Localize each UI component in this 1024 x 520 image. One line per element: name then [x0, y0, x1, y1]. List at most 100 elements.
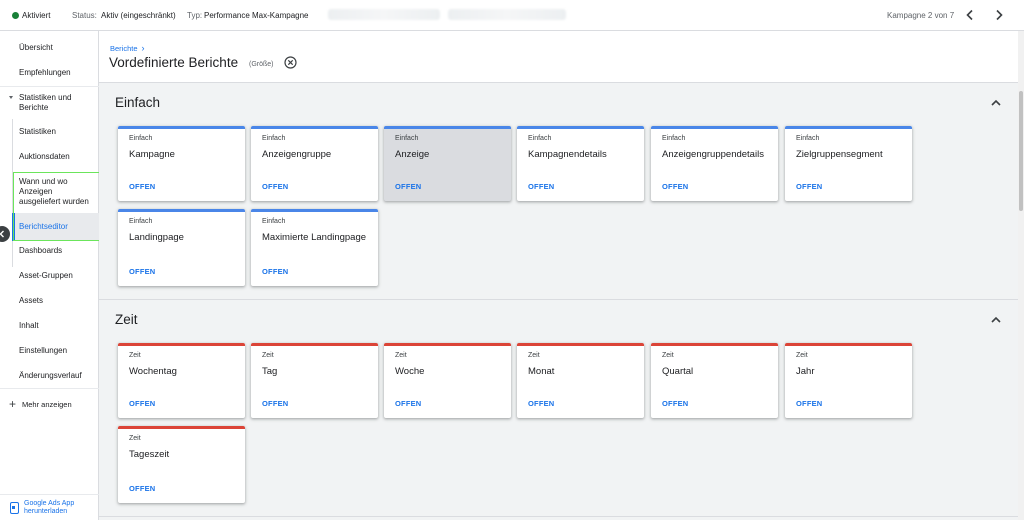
card-category: Einfach — [395, 135, 419, 142]
card-accent-bar — [785, 343, 912, 346]
card-open-button[interactable]: OFFEN — [129, 267, 155, 276]
sidebar-item-asset-groups[interactable]: Asset-Gruppen — [0, 271, 99, 281]
card-open-button[interactable]: OFFEN — [129, 399, 155, 408]
card-open-button[interactable]: OFFEN — [528, 182, 554, 191]
show-more-button[interactable]: + Mehr anzeigen — [9, 397, 72, 411]
section-divider — [99, 299, 1018, 300]
sidebar-item-statistics[interactable]: Statistiken — [0, 127, 99, 137]
report-card[interactable]: Einfach Anzeige OFFEN — [384, 126, 511, 201]
breadcrumb-link[interactable]: Berichte — [110, 44, 138, 53]
card-open-button[interactable]: OFFEN — [129, 484, 155, 493]
card-accent-bar — [251, 126, 378, 129]
report-card[interactable]: Zeit Monat OFFEN — [517, 343, 644, 418]
card-category: Zeit — [129, 435, 141, 442]
sidebar-item-change-history[interactable]: Änderungsverlauf — [0, 371, 99, 381]
card-category: Einfach — [528, 135, 552, 142]
card-accent-bar — [251, 209, 378, 212]
card-accent-bar — [251, 343, 378, 346]
report-card[interactable]: Einfach Zielgruppensegment OFFEN — [785, 126, 912, 201]
page-title: Vordefinierte Berichte — [109, 55, 239, 70]
sidebar-item-overview[interactable]: Übersicht — [0, 43, 99, 53]
card-report-name: Maximierte Landingpage — [262, 232, 367, 243]
card-open-button[interactable]: OFFEN — [262, 399, 288, 408]
report-card[interactable]: Einfach Anzeigengruppe OFFEN — [251, 126, 378, 201]
page-header: Berichte › Vordefinierte Berichte (Größe… — [99, 31, 1024, 83]
card-report-name: Kampagne — [129, 149, 175, 160]
sidebar-item-dashboards[interactable]: Dashboards — [0, 246, 99, 256]
card-category: Einfach — [262, 135, 286, 142]
sidebar-item-assets[interactable]: Assets — [0, 296, 99, 306]
card-open-button[interactable]: OFFEN — [395, 399, 421, 408]
download-app-link[interactable]: Google Ads App herunterladen — [0, 494, 99, 520]
status-label: Status: — [72, 11, 97, 20]
card-accent-bar — [517, 126, 644, 129]
card-report-name: Tag — [262, 366, 278, 377]
card-report-name: Kampagnendetails — [528, 149, 607, 160]
caret-down-icon — [9, 96, 13, 99]
card-open-button[interactable]: OFFEN — [395, 182, 421, 191]
card-report-name: Anzeigengruppe — [262, 149, 332, 160]
card-open-button[interactable]: OFFEN — [262, 182, 288, 191]
status-dot-icon — [12, 12, 19, 19]
chevron-left-icon — [966, 9, 973, 21]
sidebar-section-label: Statistiken und Berichte — [19, 93, 72, 112]
campaign-counter: Kampagne 2 von 7 — [887, 11, 955, 20]
annotation-highlight-box — [13, 172, 100, 241]
card-accent-bar — [118, 426, 245, 429]
card-open-button[interactable]: OFFEN — [662, 399, 688, 408]
sidebar-item-content[interactable]: Inhalt — [0, 321, 99, 331]
card-report-name: Tageszeit — [129, 449, 170, 460]
card-category: Einfach — [129, 135, 153, 142]
report-card[interactable]: Einfach Landingpage OFFEN — [118, 209, 245, 286]
sidebar-section-insights-reports[interactable]: Statistiken und Berichte — [0, 93, 90, 113]
next-campaign-button[interactable] — [991, 7, 1007, 23]
chevron-up-icon[interactable] — [989, 313, 1003, 327]
card-report-name: Quartal — [662, 366, 694, 377]
card-open-button[interactable]: OFFEN — [796, 399, 822, 408]
card-accent-bar — [384, 126, 511, 129]
card-category: Einfach — [662, 135, 686, 142]
report-card[interactable]: Zeit Quartal OFFEN — [651, 343, 778, 418]
previous-campaign-button[interactable] — [962, 7, 978, 23]
report-card[interactable]: Zeit Wochentag OFFEN — [118, 343, 245, 418]
card-open-button[interactable]: OFFEN — [262, 267, 288, 276]
download-app-label: Google Ads App herunterladen — [24, 500, 75, 515]
scrollbar-thumb[interactable] — [1019, 91, 1023, 211]
sidebar-item-auction-insights[interactable]: Auktionsdaten — [0, 152, 99, 162]
card-category: Zeit — [796, 352, 808, 359]
plus-icon: + — [9, 397, 17, 411]
card-category: Einfach — [262, 218, 286, 225]
report-card[interactable]: Zeit Tageszeit OFFEN — [118, 426, 245, 503]
card-report-name: Zielgruppensegment — [796, 149, 883, 160]
report-card[interactable]: Einfach Kampagne OFFEN — [118, 126, 245, 201]
close-circle-icon[interactable] — [284, 56, 297, 69]
page-size-note: (Größe) — [249, 61, 274, 68]
card-category: Einfach — [129, 218, 153, 225]
card-accent-bar — [118, 209, 245, 212]
card-open-button[interactable]: OFFEN — [528, 399, 554, 408]
report-card[interactable]: Einfach Maximierte Landingpage OFFEN — [251, 209, 378, 286]
sidebar-item-recommendations[interactable]: Empfehlungen — [0, 68, 99, 78]
card-category: Zeit — [129, 352, 141, 359]
card-accent-bar — [517, 343, 644, 346]
card-open-button[interactable]: OFFEN — [662, 182, 688, 191]
report-card[interactable]: Zeit Woche OFFEN — [384, 343, 511, 418]
report-card[interactable]: Einfach Anzeigengruppendetails OFFEN — [651, 126, 778, 201]
collapse-sidebar-button[interactable] — [0, 226, 10, 242]
card-open-button[interactable]: OFFEN — [796, 182, 822, 191]
report-card[interactable]: Zeit Tag OFFEN — [251, 343, 378, 418]
sidebar-divider — [0, 388, 99, 389]
activated-status: Aktiviert — [22, 11, 51, 20]
card-accent-bar — [785, 126, 912, 129]
sidebar-item-settings[interactable]: Einstellungen — [0, 346, 99, 356]
card-open-button[interactable]: OFFEN — [129, 182, 155, 191]
scrollbar[interactable] — [1018, 31, 1024, 520]
report-card[interactable]: Einfach Kampagnendetails OFFEN — [517, 126, 644, 201]
card-category: Zeit — [662, 352, 674, 359]
card-report-name: Landingpage — [129, 232, 184, 243]
status-value: Aktiv (eingeschränkt) — [101, 11, 176, 20]
breadcrumb[interactable]: Berichte › — [110, 43, 145, 53]
redacted-campaign-name — [328, 9, 440, 20]
chevron-up-icon[interactable] — [989, 96, 1003, 110]
report-card[interactable]: Zeit Jahr OFFEN — [785, 343, 912, 418]
